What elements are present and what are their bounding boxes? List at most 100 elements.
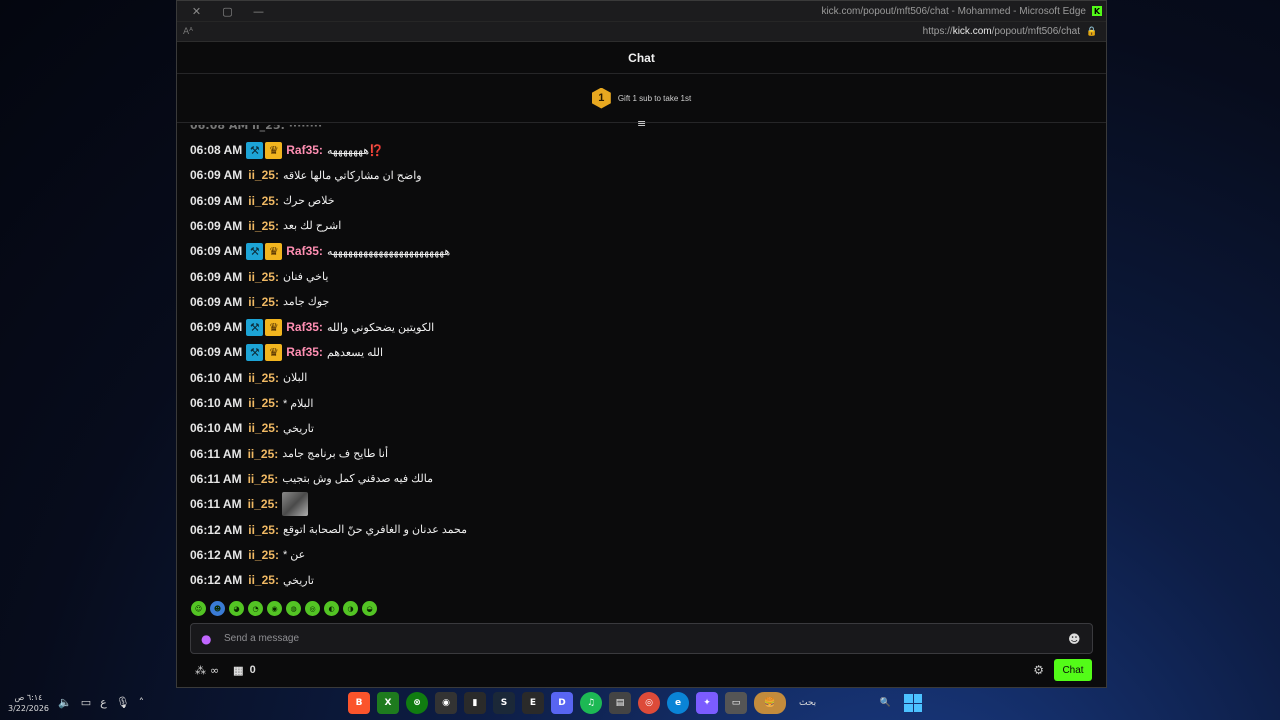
chat-message[interactable]: 06:09 AM ii_25: جوك جامد: [190, 291, 329, 313]
epic-games-icon[interactable]: E: [522, 692, 544, 714]
vip-crown-badge-icon[interactable]: ♛: [265, 242, 283, 260]
chat-message[interactable]: 06:09 AM ⚒ ♛ Raf35: الكويتين يضحكوني والله: [190, 316, 434, 338]
widgets-icon[interactable]: 🍔: [754, 692, 786, 714]
message-username[interactable]: Raf35:: [286, 345, 323, 359]
microphone-icon[interactable]: ●: [201, 632, 215, 646]
message-input[interactable]: [224, 633, 1068, 644]
maximize-window-icon[interactable]: ▢: [212, 1, 243, 22]
message-username[interactable]: ii_25:: [248, 548, 279, 562]
chat-message[interactable]: 06:10 AM ii_25: البلان: [190, 367, 307, 389]
brave-icon[interactable]: B: [348, 692, 370, 714]
microphone-tray-icon[interactable]: 🎙: [116, 696, 130, 709]
emoji-picker-icon[interactable]: ☻: [1068, 632, 1082, 646]
moderator-badge-icon[interactable]: ⚒: [246, 318, 264, 336]
edge-icon[interactable]: e: [667, 692, 689, 714]
store-app-icon[interactable]: ▤: [609, 692, 631, 714]
message-username[interactable]: ii_25:: [248, 295, 279, 309]
emote-icon[interactable]: ◒: [362, 601, 377, 616]
moderator-badge-icon[interactable]: ⚒: [246, 141, 264, 159]
vip-crown-badge-icon[interactable]: ♛: [265, 141, 283, 159]
send-chat-button[interactable]: Chat: [1054, 659, 1092, 681]
chat-messages[interactable]: 06:08 AM ii_25: ········ 06:08 AM ⚒ ♛ Raf35…: [177, 125, 1106, 593]
close-window-icon[interactable]: ✕: [181, 1, 212, 22]
message-text: تاريخي: [282, 422, 314, 435]
chat-message[interactable]: 06:09 AM ii_25: خلاص حرك: [190, 190, 335, 212]
settings-gear-icon[interactable]: ⚙: [1033, 663, 1044, 677]
chat-message[interactable]: 06:09 AM ii_25: ياخي فنان: [190, 266, 328, 288]
taskbar-search[interactable]: بحث 🔍: [793, 692, 897, 714]
moderator-badge-icon[interactable]: ⚒: [246, 242, 264, 260]
excel-icon[interactable]: X: [377, 692, 399, 714]
store-button[interactable]: ▦ 0: [233, 664, 256, 677]
emote-icon[interactable]: ◉: [267, 601, 282, 616]
chrome-icon[interactable]: ◎: [638, 692, 660, 714]
message-text: البلان: [282, 372, 308, 385]
volume-icon[interactable]: 🔈: [58, 696, 72, 709]
minimize-window-icon[interactable]: —: [243, 1, 274, 22]
chat-message[interactable]: 06:09 AM ii_25: اشرح لك بعد: [190, 215, 341, 237]
chat-message[interactable]: 06:10 AM ii_25: البلام *: [190, 392, 313, 414]
emote-icon[interactable]: ◐: [324, 601, 339, 616]
xbox-icon[interactable]: ⊗: [406, 692, 428, 714]
network-icon[interactable]: ▭: [81, 696, 91, 709]
message-username[interactable]: Raf35:: [286, 320, 323, 334]
start-button-icon[interactable]: [904, 694, 922, 712]
lock-icon[interactable]: 🔒: [1086, 27, 1098, 37]
message-username[interactable]: ii_25:: [248, 447, 279, 461]
message-username[interactable]: ii_25:: [248, 194, 279, 208]
message-username[interactable]: ii_25:: [248, 396, 279, 410]
emote-icon[interactable]: ◔: [248, 601, 263, 616]
message-username[interactable]: ii_25:: [248, 270, 279, 284]
vip-crown-badge-icon[interactable]: ♛: [265, 318, 283, 336]
chat-message[interactable]: 06:12 AM ii_25: عن *: [190, 544, 305, 566]
steam-icon[interactable]: S: [493, 692, 515, 714]
chat-message[interactable]: 06:09 AM ii_25: واضح ان مشاركاتي مالها علا…: [190, 164, 422, 186]
message-timestamp: 06:10 AM: [190, 421, 243, 436]
message-username[interactable]: ii_25:: [248, 421, 279, 435]
obs-icon[interactable]: ◉: [435, 692, 457, 714]
chat-message[interactable]: 06:10 AM ii_25: تاريخي: [190, 417, 314, 439]
moderator-badge-icon[interactable]: ⚒: [246, 343, 264, 361]
message-input-box[interactable]: ● ☻: [190, 623, 1093, 654]
message-username[interactable]: ii_25:: [248, 371, 279, 385]
message-username[interactable]: Raf35:: [286, 143, 323, 157]
chevron-up-icon[interactable]: ˄: [139, 696, 145, 709]
gift-leaderboard[interactable]: 1 Gift 1 sub to take 1st: [177, 74, 1106, 123]
chat-message[interactable]: 06:09 AM ⚒ ♛ Raf35: الله يسعدهم: [190, 341, 383, 363]
message-username[interactable]: ii_25:: [248, 168, 279, 182]
message-timestamp: 06:09 AM: [190, 168, 243, 183]
copilot-icon[interactable]: ✦: [696, 692, 718, 714]
emote-icon[interactable]: ◎: [305, 601, 320, 616]
emote-icon[interactable]: ◍: [286, 601, 301, 616]
clock[interactable]: ٦:١٤ ص 3/22/2026: [8, 692, 49, 714]
app-icon[interactable]: ▮: [464, 692, 486, 714]
message-username[interactable]: ii_25:: [248, 219, 279, 233]
chat-message[interactable]: 06:11 AM ii_25: مالك فيه صدقني كمل وش بتجي…: [190, 468, 433, 490]
chat-message[interactable]: 06:12 AM ii_25: تاريخي: [190, 569, 314, 591]
message-username[interactable]: ii_25:: [248, 472, 279, 486]
message-username[interactable]: Raf35:: [286, 244, 323, 258]
message-username[interactable]: ii_25:: [248, 497, 279, 511]
window-title: kick.com/popout/mft506/chat - Mohammed -…: [821, 5, 1086, 17]
chat-message[interactable]: 06:08 AM ⚒ ♛ Raf35: ⁉️هههههههه: [190, 139, 383, 161]
chat-message[interactable]: 06:12 AM ii_25: محمد عدنان و الغافري حنّ ا…: [190, 519, 467, 541]
message-timestamp: 06:09 AM: [190, 269, 243, 284]
channel-points[interactable]: ⁂ ∞: [195, 664, 219, 677]
read-aloud-icon[interactable]: Aᴬ: [183, 27, 193, 37]
spotify-icon[interactable]: ♫: [580, 692, 602, 714]
language-indicator[interactable]: ع: [100, 696, 107, 709]
emote-icon[interactable]: ☺: [191, 601, 206, 616]
emote-icon[interactable]: ◕: [229, 601, 244, 616]
emote-icon[interactable]: ◑: [343, 601, 358, 616]
emote-icon[interactable]: ☻: [210, 601, 225, 616]
image-thumbnail[interactable]: [282, 492, 309, 517]
url-field[interactable]: https://kick.com/popout/mft506/chat: [923, 26, 1080, 37]
chat-message[interactable]: 06:11 AM ii_25: أنا طايح ف برنامج جامد: [190, 443, 388, 465]
message-username[interactable]: ii_25:: [248, 573, 279, 587]
chat-message[interactable]: 06:11 AM ii_25:: [190, 492, 309, 517]
file-explorer-icon[interactable]: ▭: [725, 692, 747, 714]
vip-crown-badge-icon[interactable]: ♛: [265, 343, 283, 361]
chat-message[interactable]: 06:09 AM ⚒ ♛ Raf35: هههههههههههههههههههههههه: [190, 240, 450, 262]
message-username[interactable]: ii_25:: [248, 523, 279, 537]
discord-icon[interactable]: D: [551, 692, 573, 714]
